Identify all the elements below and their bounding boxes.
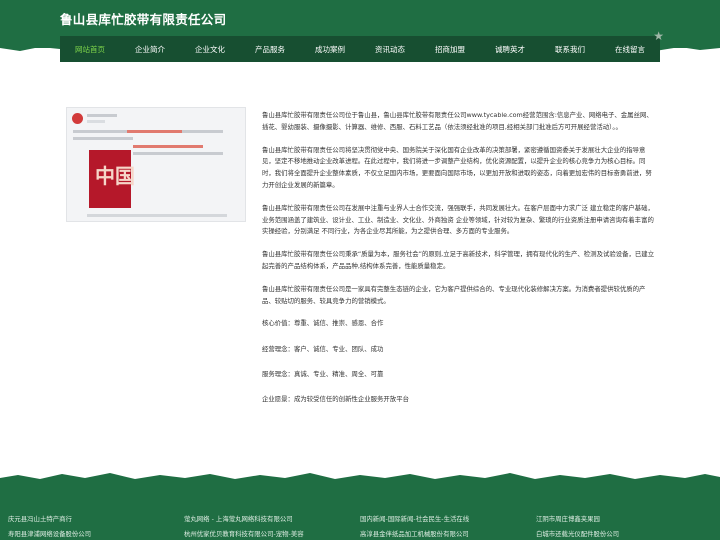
nav-item-products[interactable]: 产品服务 <box>240 44 300 55</box>
footer-link[interactable]: 国内新闻-国际新闻-社会民生-生活在线 <box>360 514 469 523</box>
nav-item-contact[interactable]: 联系我们 <box>540 44 600 55</box>
footer-link[interactable]: 江阴市周庄博鑫夹果园 <box>536 514 600 523</box>
company-vision: 企业愿景：成为较受信任的创新性企业服务开放平台 <box>262 395 409 404</box>
book-cover-text: 中国 <box>95 164 135 188</box>
site-title[interactable]: 鲁山县库忙胶带有限责任公司 <box>60 9 226 28</box>
image-line <box>133 152 223 155</box>
footer-link[interactable]: 高淳县金伴纸品加工机械股份有限公司 <box>360 529 469 538</box>
footer: 庆元县冯山土特产商行 萤丸网络 - 上海萤丸网络科技有限公司 国内新闻-国际新闻… <box>0 480 720 540</box>
image-footer-line <box>87 214 227 217</box>
nav-item-about[interactable]: 企业简介 <box>120 44 180 55</box>
quality-paragraph: 鲁山县库忙胶带有限责任公司秉承“质量为本，服务社会”的原则,立足于高新技术，科学… <box>262 250 655 270</box>
core-values: 核心价值：尊重、诚信、推崇、感恩、合作 <box>262 319 384 328</box>
footer-link[interactable]: 寿阳县津浦网络设备股份公司 <box>8 529 91 538</box>
star-icon: ★ <box>653 29 664 43</box>
image-red-line <box>127 130 182 133</box>
main-content: 鲁山县库忙胶带有限责任公司位于鲁山县，鲁山县库忙胶带有限责任公司www.tyca… <box>262 110 658 420</box>
image-line <box>87 114 117 117</box>
footer-links-row: 寿阳县津浦网络设备股份公司 杭州优家优贝教育科技有限公司-宠物-美容 高淳县金伴… <box>0 529 720 541</box>
avatar <box>72 113 83 124</box>
image-red-line <box>133 145 203 148</box>
footer-links-row: 庆元县冯山土特产商行 萤丸网络 - 上海萤丸网络科技有限公司 国内新闻-国际新闻… <box>0 514 720 526</box>
reform-paragraph: 鲁山县库忙胶带有限责任公司将坚决贯彻党中央、国务院关于深化国有企业改革的决策部署… <box>262 145 652 189</box>
nav-item-news[interactable]: 资讯动态 <box>360 44 420 55</box>
article-image: 中国 <box>66 107 246 222</box>
service-philosophy: 服务理念：真诚、专业、精准、周全、可靠 <box>262 369 384 378</box>
image-line <box>87 120 105 123</box>
footer-link[interactable]: 萤丸网络 - 上海萤丸网络科技有限公司 <box>184 514 293 523</box>
nav-item-home[interactable]: 网站首页 <box>60 44 120 55</box>
main-nav: 网站首页 企业简介 企业文化 产品服务 成功案例 资讯动态 招商加盟 诚聘英才 … <box>60 29 664 62</box>
footer-link[interactable]: 庆元县冯山土特产商行 <box>8 514 72 523</box>
footer-link[interactable]: 白城市还载光仪配件股份公司 <box>536 529 619 538</box>
cooperation-paragraph: 鲁山县库忙胶带有限责任公司在发展中注重与业界人士合作交流，强强联手，共同发展壮大… <box>262 203 654 236</box>
business-philosophy: 经营理念：客户、诚信、专业、团队、成功 <box>262 344 384 353</box>
nav-item-cases[interactable]: 成功案例 <box>300 44 360 55</box>
ecosystem-paragraph: 鲁山县库忙胶带有限责任公司是一家具有完整生态链的企业，它为客户提供综合的、专业现… <box>262 284 646 305</box>
image-line <box>73 137 133 140</box>
nav-item-culture[interactable]: 企业文化 <box>180 44 240 55</box>
nav-item-careers[interactable]: 诚聘英才 <box>480 44 540 55</box>
footer-link[interactable]: 杭州优家优贝教育科技有限公司-宠物-美容 <box>184 529 304 538</box>
intro-paragraph: 鲁山县库忙胶带有限责任公司位于鲁山县，鲁山县库忙胶带有限责任公司www.tyca… <box>262 111 653 131</box>
nav-item-franchise[interactable]: 招商加盟 <box>420 44 480 55</box>
nav-item-message[interactable]: 在线留言 <box>600 44 660 55</box>
